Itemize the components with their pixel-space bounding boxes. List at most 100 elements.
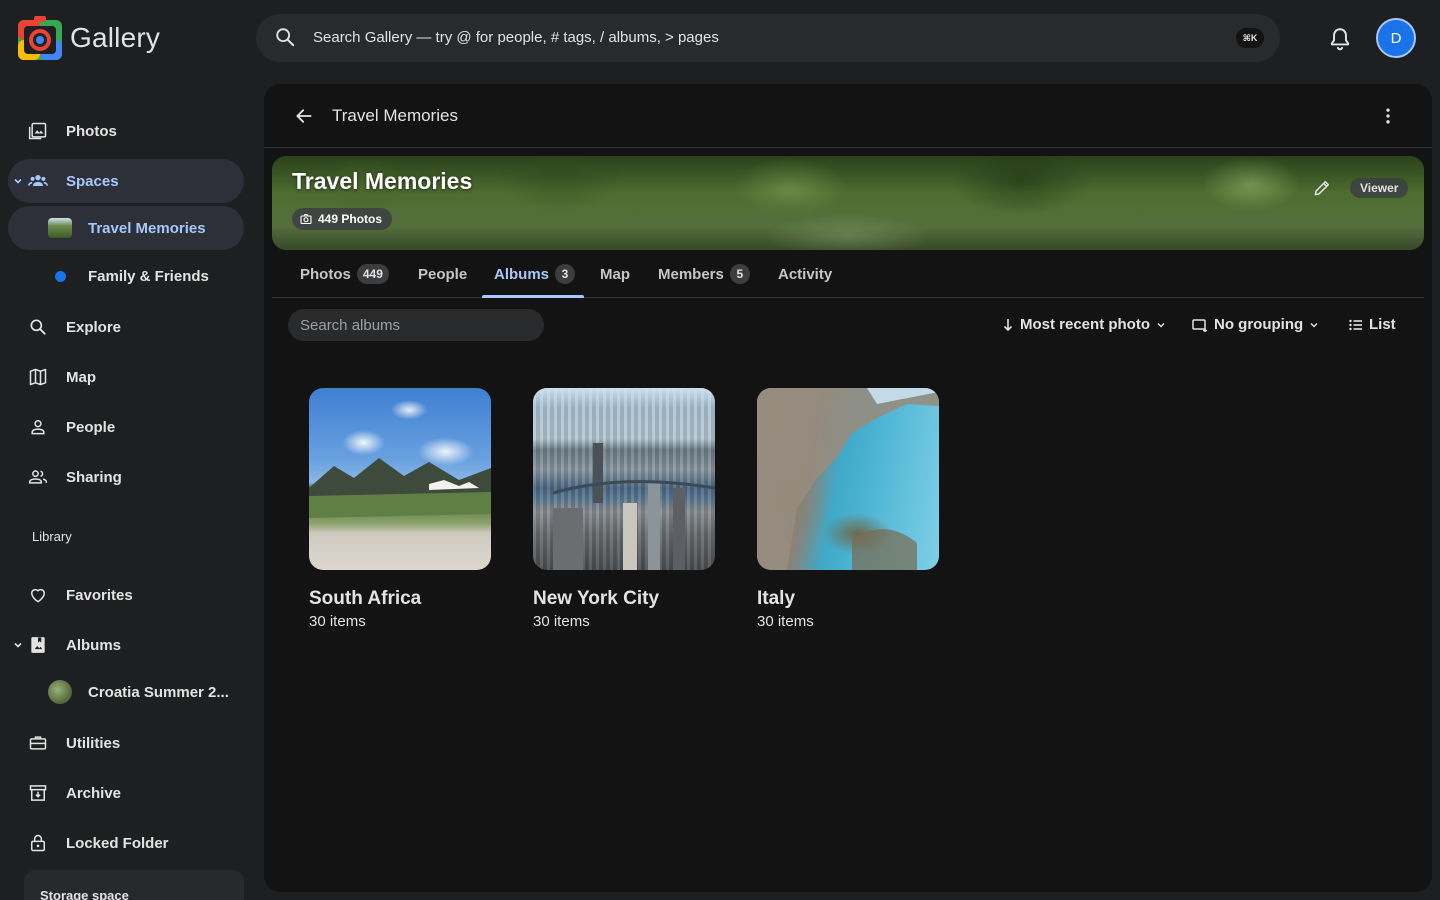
sidebar-item-travel-memories[interactable]: Travel Memories	[8, 206, 244, 250]
album-card-italy[interactable]: Italy 30 items	[757, 388, 939, 630]
tab-label: Members	[658, 265, 724, 283]
grouping-dropdown[interactable]: No grouping	[1192, 316, 1319, 333]
sidebar-item-people[interactable]: People	[8, 405, 244, 449]
search-input[interactable]: Search Gallery — try @ for people, # tag…	[313, 29, 719, 46]
sort-label: Most recent photo	[1020, 316, 1150, 333]
sidebar-item-label: Sharing	[66, 468, 122, 486]
sidebar-item-photos[interactable]: Photos	[8, 109, 244, 153]
sidebar-item-label: Archive	[66, 784, 122, 802]
sidebar-item-croatia-album[interactable]: Croatia Summer 2...	[8, 670, 244, 714]
active-tab-indicator	[482, 295, 584, 298]
sidebar-item-label: Explore	[66, 318, 122, 336]
back-arrow-icon[interactable]	[294, 106, 314, 126]
sort-dropdown[interactable]: Most recent photo	[1002, 316, 1166, 333]
album-search-input[interactable]	[288, 309, 544, 341]
user-avatar[interactable]: D	[1376, 18, 1416, 58]
sidebar-item-albums[interactable]: Albums	[8, 623, 244, 667]
grouping-label: No grouping	[1214, 316, 1304, 333]
tab-people[interactable]: People	[418, 250, 467, 298]
gallery-logo-icon	[18, 16, 62, 60]
album-thumbnail[interactable]	[533, 388, 715, 570]
sidebar-item-map[interactable]: Map	[8, 355, 244, 399]
heart-icon	[31, 588, 45, 603]
storage-label: Storage space	[40, 888, 129, 900]
tab-label: Map	[600, 265, 630, 283]
archive-icon	[29, 785, 47, 801]
album-item-count: 30 items	[757, 613, 814, 630]
view-label: List	[1369, 316, 1396, 333]
tab-members[interactable]: Members 5	[658, 250, 750, 298]
album-card-new-york-city[interactable]: New York City 30 items	[533, 388, 715, 630]
search-icon	[30, 319, 46, 335]
sidebar-item-label: Spaces	[66, 172, 119, 190]
sidebar-item-favorites[interactable]: Favorites	[8, 573, 244, 617]
briefcase-icon	[29, 736, 47, 750]
album-card-south-africa[interactable]: South Africa 30 items	[309, 388, 491, 630]
album-thumbnail	[48, 680, 72, 704]
space-color-dot	[55, 271, 66, 282]
view-toggle[interactable]: List	[1349, 316, 1396, 333]
album-title[interactable]: New York City	[533, 588, 715, 610]
tab-count-badge: 3	[555, 264, 576, 284]
tab-albums[interactable]: Albums 3	[494, 250, 576, 298]
tab-label: Albums	[494, 265, 550, 283]
sidebar-item-label: Family & Friends	[88, 267, 209, 285]
space-thumbnail	[48, 218, 72, 238]
chevron-down-icon	[1310, 322, 1318, 327]
map-icon	[29, 368, 47, 386]
list-icon	[1349, 319, 1362, 330]
storage-card[interactable]: Storage space	[24, 870, 244, 900]
album-thumbnail[interactable]	[757, 388, 939, 570]
notifications-bell-icon[interactable]	[1327, 26, 1353, 52]
tab-label: Photos	[300, 265, 351, 283]
tab-map[interactable]: Map	[600, 250, 630, 298]
sidebar-item-explore[interactable]: Explore	[8, 305, 244, 349]
library-section-heading: Library	[32, 529, 72, 544]
edit-pencil-icon[interactable]	[1312, 178, 1332, 198]
sidebar-item-label: Favorites	[66, 586, 133, 604]
sidebar-item-locked-folder[interactable]: Locked Folder	[8, 821, 244, 865]
group-icon	[28, 175, 48, 186]
sidebar-item-label: Photos	[66, 122, 117, 140]
mountains-illustration	[309, 458, 491, 518]
sidebar-item-archive[interactable]: Archive	[8, 771, 244, 815]
sidebar-item-label: Utilities	[66, 734, 121, 752]
space-banner-title: Travel Memories	[292, 168, 473, 194]
photo-count-chip: 449 Photos	[292, 208, 393, 230]
search-icon	[276, 28, 295, 47]
album-thumbnail[interactable]	[309, 388, 491, 570]
coast-illustration	[757, 388, 939, 570]
album-title[interactable]: Italy	[757, 588, 939, 610]
person-icon	[31, 420, 45, 435]
more-vert-icon[interactable]	[1378, 106, 1398, 126]
role-badge: Viewer	[1350, 178, 1409, 198]
tab-photos[interactable]: Photos 449	[300, 250, 389, 298]
chevron-down-icon[interactable]	[13, 640, 23, 650]
sidebar-item-label: Albums	[66, 636, 122, 654]
grouping-icon	[1192, 318, 1207, 332]
sidebar-item-label: Map	[66, 368, 96, 386]
photos-icon	[28, 122, 47, 140]
chevron-down-icon	[1157, 322, 1165, 327]
page-title: Travel Memories	[332, 106, 458, 125]
lock-icon	[31, 834, 45, 852]
panel-header: Travel Memories	[264, 84, 1432, 148]
space-tabs: Photos 449 People Albums 3 Map Members 5…	[272, 250, 1424, 298]
global-search-bar[interactable]: Search Gallery — try @ for people, # tag…	[256, 14, 1280, 62]
app-logo[interactable]: Gallery	[16, 14, 160, 62]
tab-count-badge: 5	[729, 264, 750, 284]
space-panel: Travel Memories Travel Memories 449 Phot…	[264, 84, 1432, 892]
chevron-down-icon[interactable]	[13, 176, 23, 186]
sidebar-item-sharing[interactable]: Sharing	[8, 455, 244, 499]
sidebar-item-spaces[interactable]: Spaces	[8, 159, 244, 203]
sidebar-item-family-friends[interactable]: Family & Friends	[8, 254, 244, 298]
sidebar-item-label: Locked Folder	[66, 834, 169, 852]
sidebar-item-label: Croatia Summer 2...	[88, 683, 229, 701]
album-item-count: 30 items	[309, 613, 366, 630]
sidebar-item-utilities[interactable]: Utilities	[8, 721, 244, 765]
tab-count-badge: 449	[356, 264, 389, 284]
album-title[interactable]: South Africa	[309, 588, 491, 610]
tab-activity[interactable]: Activity	[778, 250, 832, 298]
camera-icon	[300, 213, 312, 225]
search-shortcut-badge: ⌘K	[1236, 28, 1264, 48]
